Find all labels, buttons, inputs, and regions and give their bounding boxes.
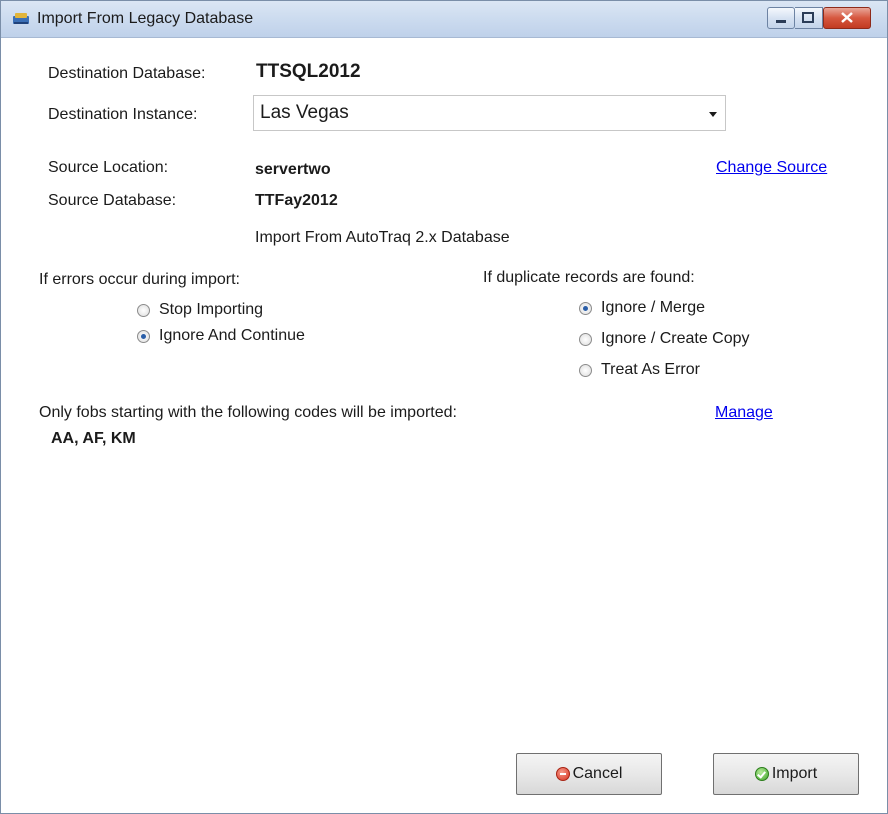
cancel-button[interactable]: Cancel xyxy=(516,753,662,795)
ignore-merge-label: Ignore / Merge xyxy=(601,299,706,316)
treat-as-error-label: Treat As Error xyxy=(601,361,700,378)
maximize-icon xyxy=(802,12,814,23)
radio-icon xyxy=(137,329,150,343)
checkmark-icon xyxy=(754,767,769,781)
destination-instance-value: Las Vegas xyxy=(260,102,349,123)
import-dialog: Import From Legacy Database Destination … xyxy=(0,0,888,814)
radio-icon xyxy=(579,363,592,377)
cancel-button-label: Cancel xyxy=(572,765,623,782)
ignore-create-copy-radio[interactable]: Ignore / Create Copy xyxy=(579,330,750,348)
minimize-icon xyxy=(776,20,786,23)
source-database-value: TTFay2012 xyxy=(255,192,338,209)
source-location-value: servertwo xyxy=(255,161,331,178)
database-icon xyxy=(13,13,29,24)
destination-instance-label: Destination Instance: xyxy=(48,106,198,123)
errors-heading: If errors occur during import: xyxy=(39,271,240,288)
close-icon xyxy=(841,12,853,23)
manage-link[interactable]: Manage xyxy=(715,404,773,422)
ignore-and-continue-label: Ignore And Continue xyxy=(159,327,305,344)
duplicates-heading: If duplicate records are found: xyxy=(483,269,695,286)
import-button-label: Import xyxy=(771,765,818,782)
stop-importing-radio[interactable]: Stop Importing xyxy=(137,301,263,319)
ignore-merge-radio[interactable]: Ignore / Merge xyxy=(579,299,705,317)
radio-icon xyxy=(579,301,592,315)
ignore-and-continue-radio[interactable]: Ignore And Continue xyxy=(137,327,305,345)
ignore-create-copy-label: Ignore / Create Copy xyxy=(601,330,750,347)
source-location-label: Source Location: xyxy=(48,159,169,176)
radio-icon xyxy=(579,332,592,346)
chevron-down-icon xyxy=(709,112,717,117)
maximize-button[interactable] xyxy=(795,7,823,29)
window-title: Import From Legacy Database xyxy=(37,10,254,27)
treat-as-error-radio[interactable]: Treat As Error xyxy=(579,361,700,379)
change-source-link[interactable]: Change Source xyxy=(716,159,827,177)
close-button[interactable] xyxy=(823,7,871,29)
fob-codes: AA, AF, KM xyxy=(51,430,136,447)
destination-database-value: TTSQL2012 xyxy=(256,61,361,82)
stop-importing-label: Stop Importing xyxy=(159,301,264,318)
title-bar: Import From Legacy Database xyxy=(1,1,887,38)
import-source-type: Import From AutoTraq 2.x Database xyxy=(255,229,510,246)
import-button[interactable]: Import xyxy=(713,753,859,795)
radio-icon xyxy=(137,303,150,317)
fobs-note: Only fobs starting with the following co… xyxy=(39,404,457,421)
destination-instance-select[interactable]: Las Vegas xyxy=(253,95,726,131)
cancel-icon xyxy=(555,767,570,781)
source-database-label: Source Database: xyxy=(48,192,177,209)
minimize-button[interactable] xyxy=(767,7,795,29)
destination-database-label: Destination Database: xyxy=(48,65,206,82)
